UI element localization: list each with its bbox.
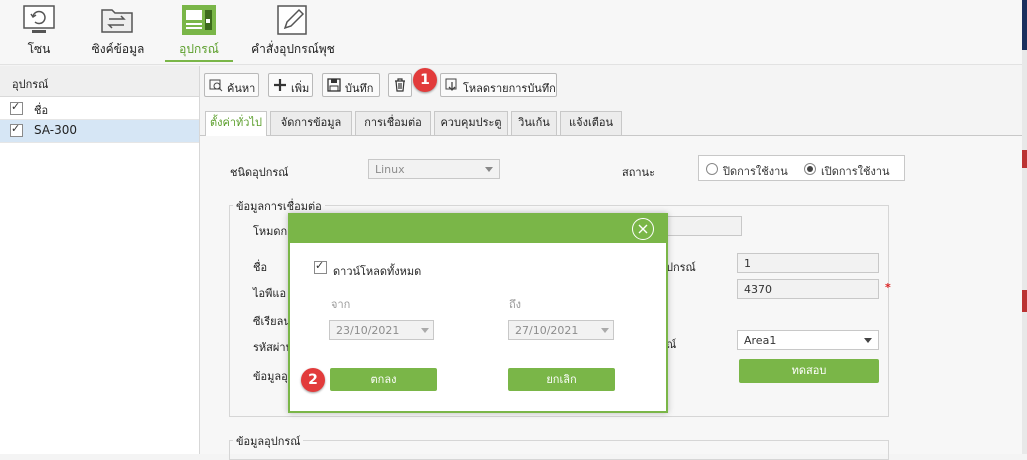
right-edge-strip <box>1022 0 1027 454</box>
port-value: 4370 <box>744 283 772 296</box>
status-enabled-radio[interactable] <box>804 163 816 175</box>
add-button[interactable]: เพิ่ม <box>268 73 313 97</box>
tab-door-control[interactable]: ควบคุมประตู <box>434 111 508 135</box>
save-button[interactable]: บันทึก <box>322 73 380 97</box>
step-badge-1: 1 <box>413 68 437 92</box>
edge-mark <box>1022 290 1027 312</box>
download-records-label: โหลดรายการบันทึก <box>463 82 556 95</box>
area-select[interactable]: Area1 <box>737 330 879 350</box>
to-date-label: ถึง <box>509 298 522 311</box>
tab-connection[interactable]: การเชื่อมต่อ <box>355 111 431 135</box>
nav-push-command-label: คำสั่งอุปกรณ์พุช <box>251 42 335 56</box>
to-date-picker[interactable]: 27/10/2021 <box>508 320 614 340</box>
device-number-label: ปกรณ์ <box>666 261 696 274</box>
nav-sync[interactable]: ซิงค์ข้อมูล <box>78 0 158 64</box>
edge-mark <box>1022 0 1027 50</box>
device-data-label: ข้อมูลอุ <box>253 370 288 383</box>
chevron-down-icon <box>864 338 872 343</box>
device-type-value: Linux <box>375 163 405 176</box>
from-date-value: 23/10/2021 <box>336 324 400 337</box>
required-mark: * <box>885 281 891 294</box>
mode-input-partial[interactable] <box>666 216 742 236</box>
refresh-screen-icon <box>23 5 55 33</box>
search-button-label: ค้นหา <box>227 82 256 95</box>
download-records-button[interactable]: โหลดรายการบันทึก <box>440 73 557 97</box>
edge-mark <box>1022 150 1027 168</box>
from-date-picker[interactable]: 23/10/2021 <box>329 320 434 340</box>
device-number-input[interactable]: 1 <box>737 253 879 273</box>
port-input[interactable]: 4370 <box>737 279 879 299</box>
status-radio-group: ปิดการใช้งาน เปิดการใช้งาน <box>698 155 905 181</box>
delete-button[interactable] <box>388 73 412 97</box>
area-value: Area1 <box>744 334 777 347</box>
password-label: รหัสผ่าน <box>253 341 294 354</box>
column-name-label: ชื่อ <box>34 104 49 117</box>
nav-zone-label: โซน <box>27 42 51 56</box>
from-date-label: จาก <box>331 298 351 311</box>
list-item[interactable]: SA-300 <box>0 120 199 143</box>
status-disabled-radio[interactable] <box>706 163 718 175</box>
select-all-checkbox[interactable] <box>10 100 23 115</box>
device-name: SA-300 <box>34 123 78 137</box>
trash-icon <box>395 78 405 92</box>
device-terminal-icon <box>182 5 216 35</box>
download-all-checkbox[interactable] <box>314 259 327 274</box>
chevron-down-icon <box>601 328 609 333</box>
name-label: ชื่อ <box>253 261 268 274</box>
active-nav-underline <box>165 60 233 62</box>
step-badge-2: 2 <box>301 368 325 392</box>
serial-label: ซีเรียลน <box>253 315 291 328</box>
status-label: สถานะ <box>622 166 655 179</box>
nav-sync-label: ซิงค์ข้อมูล <box>91 42 145 56</box>
close-icon <box>638 224 648 234</box>
nav-device-label: อุปกรณ์ <box>179 42 219 56</box>
cancel-button[interactable]: ยกเลิก <box>508 368 615 391</box>
tab-data-management[interactable]: จัดการข้อมูล <box>270 111 352 135</box>
device-number-value: 1 <box>744 257 751 270</box>
tab-wiegand[interactable]: วินเก้น <box>511 111 557 135</box>
save-button-label: บันทึก <box>345 82 374 95</box>
device-list-title: อุปกรณ์ <box>12 78 49 91</box>
chevron-down-icon <box>421 328 429 333</box>
tab-divider <box>200 135 1022 136</box>
device-info-fieldset <box>229 440 889 460</box>
device-info-legend: ข้อมูลอุปกรณ์ <box>233 432 304 450</box>
device-list-column-header: ชื่อ <box>0 97 199 120</box>
edit-command-icon <box>277 5 307 35</box>
test-connection-button[interactable]: ทดสอบ <box>739 359 879 383</box>
device-type-label: ชนิดอุปกรณ์ <box>230 166 289 179</box>
download-records-icon <box>445 78 457 91</box>
top-toolbar: โซน ซิงค์ข้อมูล อุปกรณ์ คำสั่งอุปกรณ์พุช <box>0 0 1022 65</box>
ok-button[interactable]: ตกลง <box>330 368 437 391</box>
tab-alarm[interactable]: แจ้งเตือน <box>560 111 622 135</box>
plus-icon <box>274 79 286 91</box>
add-button-label: เพิ่ม <box>291 82 310 95</box>
dialog-header <box>290 215 666 243</box>
status-enabled-label: เปิดการใช้งาน <box>821 165 890 178</box>
dialog-close-button[interactable] <box>632 218 654 240</box>
search-button[interactable]: ค้นหา <box>204 73 259 97</box>
nav-push-command[interactable]: คำสั่งอุปกรณ์พุช <box>245 0 341 64</box>
device-type-select[interactable]: Linux <box>368 159 500 179</box>
tab-general[interactable]: ตั้งค่าทั่วไป <box>205 111 267 136</box>
ip-label: ไอพีแอ <box>253 287 287 300</box>
sync-folder-icon <box>101 9 133 33</box>
device-list-header: อุปกรณ์ <box>0 66 199 97</box>
device-checkbox[interactable] <box>10 122 23 137</box>
status-disabled-label: ปิดการใช้งาน <box>723 165 788 178</box>
nav-device[interactable]: อุปกรณ์ <box>165 0 233 64</box>
download-all-label: ดาวน์โหลดทั้งหมด <box>333 265 422 278</box>
nav-zone[interactable]: โซน <box>8 0 70 64</box>
save-icon <box>327 78 341 92</box>
to-date-value: 27/10/2021 <box>515 324 579 337</box>
search-icon <box>209 79 223 92</box>
chevron-down-icon <box>485 167 493 172</box>
